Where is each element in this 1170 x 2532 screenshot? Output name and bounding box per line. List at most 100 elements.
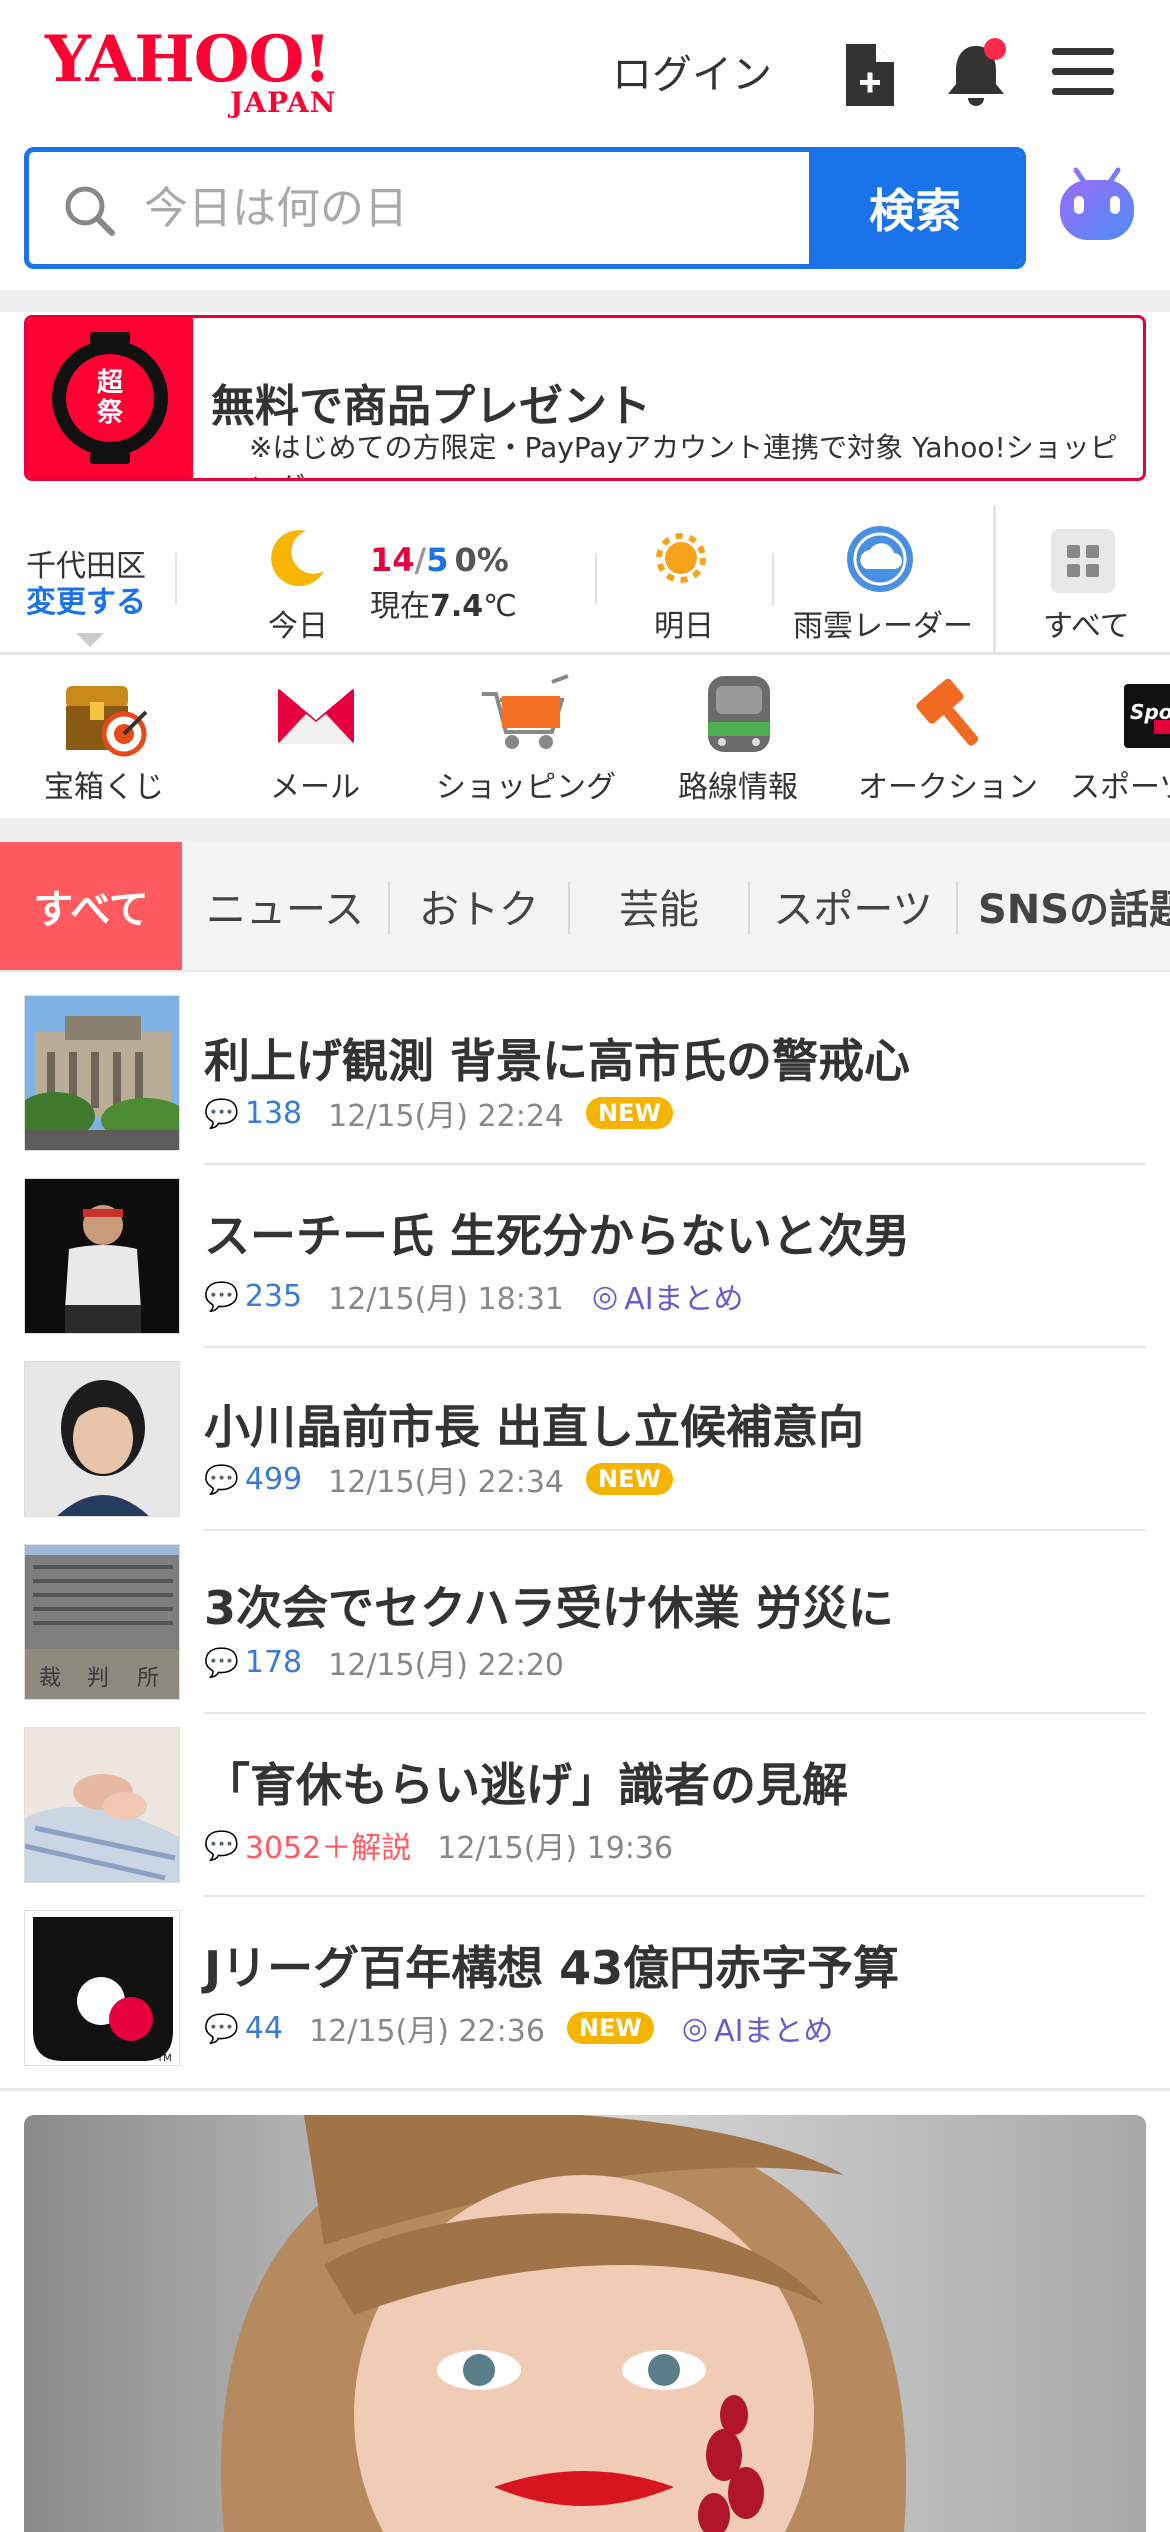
ai-summary-badge[interactable]: ◎ AIまとめ	[592, 1274, 744, 1318]
news-item[interactable]: 利上げ観測 背景に高市氏の警戒心 💬 138 12/15(月) 22:24 NEW	[24, 995, 1146, 1178]
news-date: 12/15(月) 18:31	[328, 1282, 564, 1317]
logo-sub-text: JAPAN	[230, 86, 337, 119]
temp-slash: /	[414, 541, 427, 579]
rain-radar-label[interactable]: 雨雲レーダー	[793, 601, 973, 645]
comment-count-value: 3052＋解説	[244, 1831, 412, 1866]
auction-hammer-icon[interactable]	[906, 672, 990, 756]
comment-icon: 💬	[204, 1279, 239, 1313]
news-date: 12/15(月) 22:36	[309, 2014, 545, 2049]
comment-icon: 💬	[204, 1828, 239, 1862]
tab-sns[interactable]: SNSの話題	[958, 842, 1170, 970]
svg-text:所: 所	[137, 1666, 159, 1691]
new-badge: NEW	[586, 1463, 673, 1495]
news-item[interactable]: 小川晶前市長 出直し立候補意向 💬 499 12/15(月) 22:34 NEW	[24, 1361, 1146, 1544]
news-thumbnail	[24, 1361, 180, 1517]
service-label-mail[interactable]: メール	[270, 762, 360, 806]
tab-all[interactable]: すべて	[0, 842, 182, 970]
featured-image[interactable]	[24, 2115, 1146, 2532]
comment-count[interactable]: 💬 3052＋解説	[204, 1823, 411, 1867]
today-label: 今日	[268, 609, 328, 644]
svg-text:判: 判	[87, 1666, 109, 1691]
precip-chance: 0%	[454, 541, 509, 579]
shopping-cart-icon[interactable]	[478, 672, 572, 754]
svg-text:裁: 裁	[39, 1666, 61, 1691]
news-item[interactable]: スーチー氏 生死分からないと次男 💬 235 12/15(月) 18:31 ◎ AI…	[24, 1178, 1146, 1361]
news-title[interactable]: 利上げ観測 背景に高市氏の警戒心	[204, 1025, 910, 1091]
current-prefix: 現在	[370, 589, 430, 624]
sports-icon[interactable]: Spo	[1124, 684, 1170, 748]
low-temp: 5	[426, 541, 449, 579]
comment-count[interactable]: 💬 138	[204, 1096, 302, 1131]
news-meta: 💬 138 12/15(月) 22:24 NEW	[204, 1091, 673, 1135]
ai-assistant-icon[interactable]	[1056, 164, 1138, 246]
bell-icon[interactable]	[944, 38, 1008, 106]
weather-bar: 千代田区 変更する 今日 14/5 0% 現在7.4℃ 明日 雨雲レーダー すべ…	[0, 505, 1170, 655]
comment-count-value: 44	[244, 2010, 284, 2046]
change-location-link[interactable]: 変更する	[26, 577, 146, 621]
news-item[interactable]: 裁 判 所 3次会でセクハラ受け休業 労災に 💬 178 12/15(月) 22:20	[24, 1544, 1146, 1727]
service-label-takarabako[interactable]: 宝箱くじ	[44, 762, 164, 806]
news-date: 12/15(月) 22:24	[328, 1099, 564, 1134]
promo-title: 無料で商品プレゼント	[211, 381, 651, 432]
sports-icon-text: Spo	[1130, 700, 1170, 724]
rain-radar-icon[interactable]	[844, 523, 916, 595]
sports-icon-stripe	[1154, 720, 1170, 734]
tab-deals[interactable]: おトク	[390, 842, 568, 970]
news-title[interactable]: 小川晶前市長 出直し立候補意向	[204, 1391, 864, 1457]
tomorrow-label[interactable]: 明日	[654, 601, 714, 645]
comment-count[interactable]: 💬 178	[204, 1645, 302, 1680]
comment-count[interactable]: 💬 499	[204, 1462, 302, 1497]
news-title[interactable]: Jリーグ百年構想 43億円赤字予算	[204, 1932, 899, 1998]
yahoo-japan-logo[interactable]: YAHOO! JAPAN	[45, 28, 365, 120]
news-date: 12/15(月) 22:34	[328, 1465, 564, 1500]
news-title[interactable]: スーチー氏 生死分からないと次男	[204, 1200, 910, 1266]
comment-count-value: 138	[244, 1095, 303, 1131]
section-divider	[0, 2088, 1170, 2091]
row-divider	[204, 1712, 1146, 1714]
ai-summary-label: AIまとめ	[714, 2014, 834, 2049]
ai-summary-badge[interactable]: ◎ AIまとめ	[682, 2006, 834, 2050]
mail-icon[interactable]	[276, 684, 356, 748]
row-divider	[204, 1895, 1146, 1897]
promo-banner[interactable]: 超 祭 無料で商品プレゼント ※はじめての方限定・PayPayアカウント連携で対…	[24, 315, 1146, 481]
train-icon[interactable]	[704, 672, 774, 756]
news-title[interactable]: 3次会でセクハラ受け休業 労災に	[204, 1572, 894, 1638]
svg-text:祭: 祭	[96, 398, 124, 428]
sun-icon[interactable]	[648, 525, 714, 591]
comment-count-value: 178	[244, 1644, 303, 1680]
all-weather-button[interactable]: すべて	[993, 505, 1170, 655]
search-button[interactable]: 検索	[809, 152, 1021, 264]
news-date: 12/15(月) 19:36	[437, 1831, 674, 1866]
news-thumbnail	[24, 995, 180, 1151]
add-document-icon[interactable]	[838, 40, 902, 106]
comment-icon: 💬	[204, 1096, 239, 1130]
search-box: 検索	[24, 147, 1026, 269]
service-label-auction[interactable]: オークション	[858, 762, 1038, 806]
comment-icon: 💬	[204, 2011, 239, 2045]
ai-summary-icon: ◎	[681, 2010, 709, 2046]
news-item[interactable]: 「育休もらい逃げ」識者の見解 💬 3052＋解説 12/15(月) 19:36	[24, 1727, 1146, 1910]
comment-count-value: 499	[244, 1461, 303, 1497]
promo-subtitle: ※はじめての方限定・PayPayアカウント連携で対象 Yahoo!ショッピング	[249, 431, 1118, 478]
service-label-transit[interactable]: 路線情報	[678, 762, 798, 806]
service-label-sports[interactable]: スポーツ	[1070, 762, 1170, 806]
news-title[interactable]: 「育休もらい逃げ」識者の見解	[204, 1749, 848, 1815]
row-divider	[204, 1529, 1146, 1531]
tab-news[interactable]: ニュース	[182, 842, 388, 970]
menu-icon[interactable]	[1052, 46, 1116, 110]
news-meta: 💬 178 12/15(月) 22:20	[204, 1640, 564, 1684]
news-item[interactable]: TM Jリーグ百年構想 43億円赤字予算 💬 44 12/15(月) 22:36 …	[24, 1910, 1146, 2093]
grid-icon	[1051, 529, 1115, 593]
comment-count[interactable]: 💬 44	[204, 2011, 283, 2046]
tab-sports[interactable]: スポーツ	[750, 842, 956, 970]
service-label-shopping[interactable]: ショッピング	[436, 762, 616, 806]
login-link[interactable]: ログイン	[612, 42, 772, 100]
weather-divider	[595, 553, 597, 605]
comment-count[interactable]: 💬 235	[204, 1279, 302, 1314]
search-input[interactable]	[29, 152, 814, 264]
treasure-box-icon[interactable]	[60, 676, 152, 758]
news-thumbnail: TM	[24, 1910, 180, 2066]
news-meta: 💬 3052＋解説 12/15(月) 19:36	[204, 1823, 673, 1867]
news-thumbnail: 裁判所	[24, 1544, 180, 1700]
tab-entertainment[interactable]: 芸能	[570, 842, 748, 970]
